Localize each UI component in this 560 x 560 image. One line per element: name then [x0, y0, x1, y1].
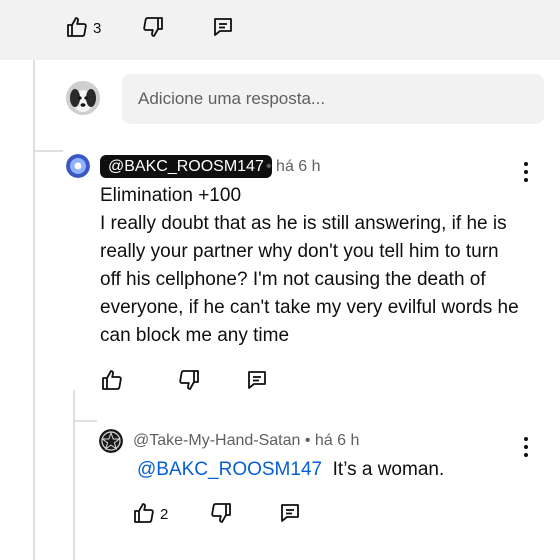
reply-comment-icon [281, 504, 299, 522]
comment-line: Elimination +100 [100, 185, 242, 206]
reply-comment-icon [214, 18, 232, 36]
reply-more-button[interactable] [523, 437, 529, 457]
reply-like-button[interactable] [131, 500, 157, 526]
reply-timestamp: • há 6 h [304, 432, 360, 449]
reply-like-count: 2 [160, 506, 169, 523]
thumbs-down-icon [179, 370, 199, 390]
like-button[interactable] [64, 14, 90, 40]
thumbs-up-icon [67, 17, 87, 37]
reply-text: @BAKC_ROOSM147 It’s a woman. [137, 456, 444, 484]
comment-dislike-button[interactable] [176, 367, 202, 393]
comment-timestamp: • há 6 h [266, 158, 321, 175]
more-options-icon [524, 162, 528, 166]
comment-line: can block me any time [100, 325, 290, 346]
comment-author-badge[interactable]: @BAKC_ROOSM147 [100, 155, 272, 178]
thumbs-down-icon [143, 17, 163, 37]
reply-dislike-button[interactable] [208, 500, 234, 526]
reply-author-avatar[interactable] [99, 429, 123, 453]
comment-line: really your partner why don't you tell h… [100, 241, 499, 262]
comment-like-button[interactable] [99, 367, 125, 393]
more-options-icon [524, 437, 528, 441]
reply-reply-button[interactable] [277, 500, 303, 526]
reply-author-name[interactable]: @Take-My-Hand-Satan • há 6 h [133, 432, 359, 450]
reply-message: It’s a woman. [332, 459, 445, 480]
current-user-avatar [66, 81, 100, 115]
reply-thread-connector [73, 420, 97, 422]
thumbs-down-icon [211, 503, 231, 523]
comment-author-avatar[interactable] [66, 154, 90, 178]
thumbs-up-icon [102, 370, 122, 390]
reply-button[interactable] [210, 14, 236, 40]
reply-comment-icon [248, 371, 266, 389]
reply-input-placeholder: Adicione uma resposta... [138, 89, 326, 108]
thread-line [33, 60, 35, 560]
comment-line: everyone, if he can't take my very evilf… [100, 297, 519, 318]
comment-text: Elimination +100 I really doubt that as … [100, 182, 540, 350]
comment-line: off his cellphone? I'm not causing the d… [100, 269, 486, 290]
reply-thread-line [73, 390, 75, 560]
comment-reply-button[interactable] [244, 367, 270, 393]
comment-more-button[interactable] [523, 162, 529, 182]
reply-input[interactable]: Adicione uma resposta... [122, 74, 544, 124]
mention-link[interactable]: @BAKC_ROOSM147 [137, 459, 322, 480]
dislike-button[interactable] [140, 14, 166, 40]
thread-connector [33, 150, 63, 152]
like-count: 3 [93, 20, 102, 37]
thumbs-up-icon [134, 503, 154, 523]
comment-line: I really doubt that as he is still answe… [100, 213, 507, 234]
